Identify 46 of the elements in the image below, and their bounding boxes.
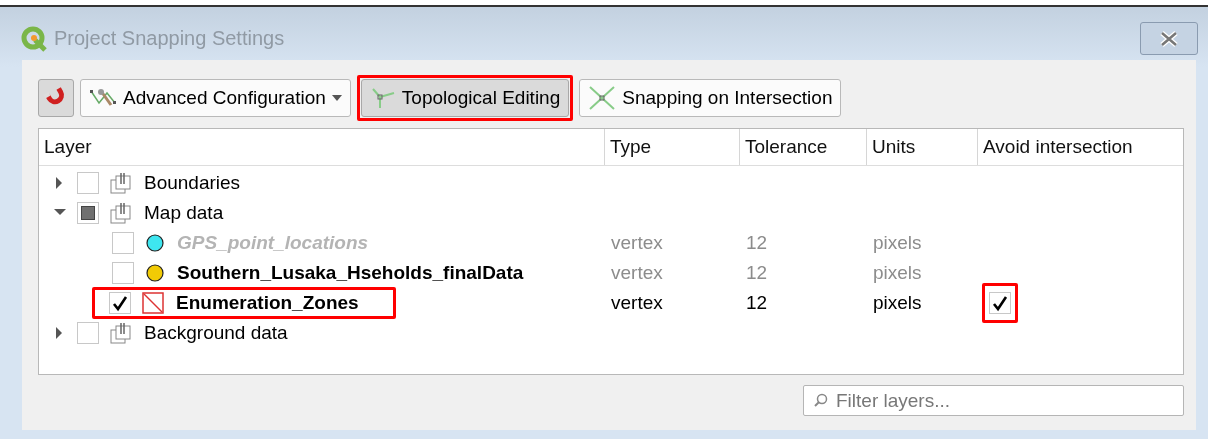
layer-name[interactable]: Enumeration_Zones	[176, 292, 359, 314]
point-symbol-icon	[145, 263, 165, 283]
snapping-toggle-button[interactable]	[38, 79, 74, 117]
check-icon	[991, 294, 1009, 312]
checkbox[interactable]	[109, 292, 131, 314]
table-cell: vertex	[611, 262, 663, 284]
table-cell: vertex	[611, 292, 663, 314]
table-cell: pixels	[873, 232, 922, 254]
window-title: Project Snapping Settings	[54, 27, 285, 50]
toolbar-button[interactable]: Snapping on Intersection	[579, 79, 842, 117]
column-header[interactable]: Tolerance	[740, 129, 867, 165]
column-header[interactable]: Avoid intersection	[978, 129, 1183, 165]
checkbox[interactable]	[77, 322, 99, 344]
table-cell: vertex	[611, 232, 663, 254]
layer-group-icon	[110, 172, 132, 194]
column-header[interactable]: Units	[867, 129, 978, 165]
checkbox[interactable]	[989, 292, 1011, 314]
column-header[interactable]: Type	[605, 129, 740, 165]
checkbox[interactable]	[77, 172, 99, 194]
layer-group-icon	[110, 202, 132, 224]
crossing-lines-icon	[588, 85, 617, 111]
layer-name[interactable]: Boundaries	[144, 172, 241, 194]
close-button[interactable]	[1140, 22, 1198, 55]
layer-name[interactable]: Map data	[144, 202, 224, 224]
table-cell: 12	[746, 262, 768, 284]
layer-name[interactable]: Background data	[144, 322, 288, 344]
polygon-symbol-icon	[142, 292, 164, 314]
close-icon	[1159, 30, 1179, 47]
column-header[interactable]: Layer	[39, 129, 605, 165]
table-cell: pixels	[873, 262, 922, 284]
toolbar-button[interactable]: Topological Editing	[360, 79, 570, 117]
toolbar-button[interactable]: Advanced Configuration	[80, 79, 351, 117]
layer-group-icon	[110, 322, 132, 344]
vertex-lines-icon	[369, 86, 396, 110]
app-logo-icon	[20, 24, 48, 53]
check-icon	[111, 294, 129, 312]
table-cell: 12	[746, 232, 768, 254]
point-symbol-icon	[145, 233, 165, 253]
dropdown-caret-icon	[331, 95, 342, 101]
checkbox[interactable]	[112, 262, 134, 284]
layer-name[interactable]: Southern_Lusaka_Hseholds_finalData	[177, 262, 524, 284]
table-cell: 12	[746, 292, 768, 314]
filter-field[interactable]: Filter layers...	[803, 385, 1184, 416]
table-cell: pixels	[873, 292, 922, 314]
checkbox[interactable]	[77, 202, 99, 224]
search-icon	[814, 393, 828, 407]
